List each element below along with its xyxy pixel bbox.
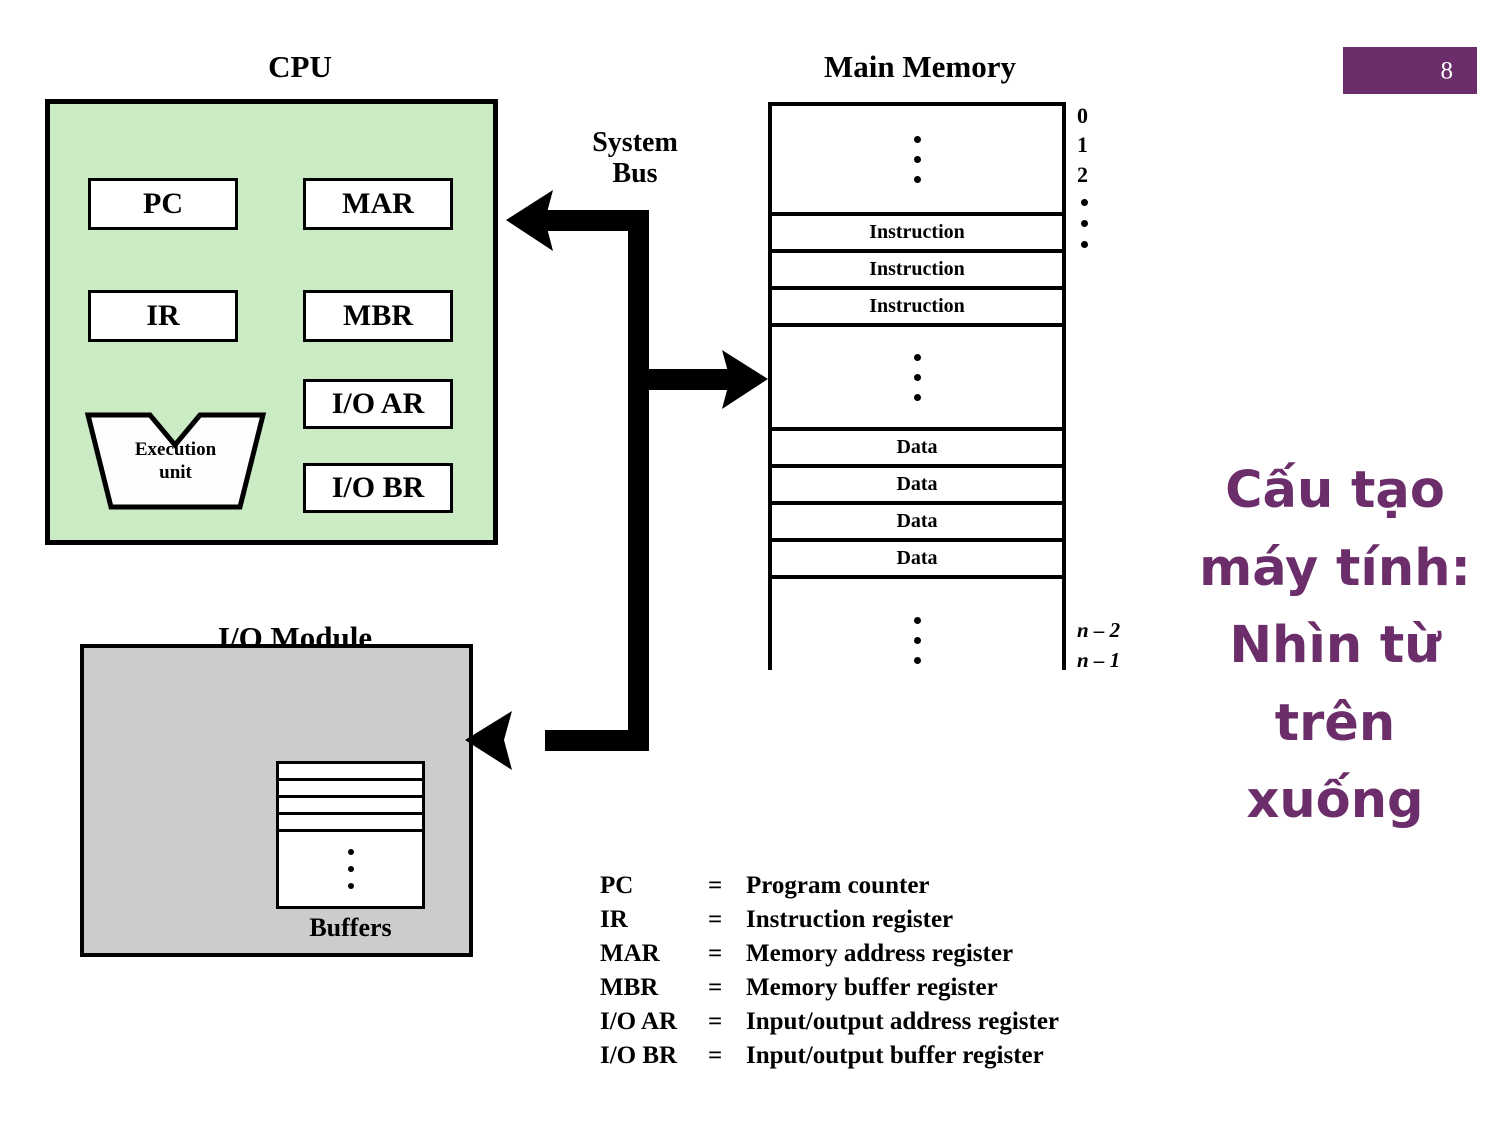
vietnamese-title-line4: trên bbox=[1274, 693, 1396, 753]
legend-equals: = bbox=[708, 906, 723, 933]
memory-address-1: 1 bbox=[1077, 132, 1088, 158]
buffer-slot bbox=[279, 781, 422, 798]
legend: PC = Program counter IR = Instruction re… bbox=[600, 872, 1059, 1076]
legend-description: Program counter bbox=[746, 872, 930, 899]
memory-cell-gap-top bbox=[772, 106, 1062, 216]
legend-row: IR = Instruction register bbox=[600, 906, 1059, 940]
buffer-slot bbox=[279, 815, 422, 832]
vietnamese-title-line3: Nhìn từ bbox=[1229, 616, 1441, 676]
buffer-slot-overflow bbox=[279, 832, 422, 906]
legend-table: PC = Program counter IR = Instruction re… bbox=[600, 872, 1059, 1076]
legend-abbr: I/O BR bbox=[600, 1042, 678, 1069]
register-io-ar: I/O AR bbox=[303, 379, 453, 429]
register-ir: IR bbox=[88, 290, 238, 342]
register-pc: PC bbox=[88, 178, 238, 230]
legend-row: MBR = Memory buffer register bbox=[600, 974, 1059, 1008]
slide-number-text: 8 bbox=[1440, 57, 1454, 84]
memory-cell-instruction: Instruction bbox=[772, 216, 1062, 253]
legend-description: Instruction register bbox=[746, 906, 954, 933]
register-mar: MAR bbox=[303, 178, 453, 230]
system-bus-caption: System Bus bbox=[530, 127, 740, 190]
buffer-slot bbox=[279, 764, 422, 781]
vertical-dots-icon bbox=[1081, 198, 1088, 248]
memory-cell-instruction: Instruction bbox=[772, 290, 1062, 327]
legend-equals: = bbox=[708, 872, 723, 899]
system-bus-caption-line1: System bbox=[592, 127, 678, 158]
legend-abbr: I/O AR bbox=[600, 1008, 678, 1035]
system-bus-caption-line2: Bus bbox=[612, 158, 658, 190]
memory-address-2: 2 bbox=[1077, 161, 1088, 187]
vertical-dots-icon bbox=[913, 353, 921, 401]
legend-abbr: IR bbox=[600, 906, 628, 933]
legend-equals: = bbox=[708, 974, 723, 1001]
legend-abbr: PC bbox=[600, 872, 634, 899]
legend-description: Memory buffer register bbox=[746, 974, 998, 1001]
memory-cell-instruction: Instruction bbox=[772, 253, 1062, 290]
io-buffers-label: Buffers bbox=[309, 913, 392, 942]
slide-canvas: 8 CPU Main Memory I/O Module System Bus … bbox=[0, 0, 1499, 1124]
legend-abbr: MBR bbox=[600, 974, 659, 1001]
legend-abbr: MAR bbox=[600, 940, 660, 967]
legend-row: PC = Program counter bbox=[600, 872, 1059, 906]
memory-cell-data: Data bbox=[772, 468, 1062, 505]
memory-cell-data: Data bbox=[772, 542, 1062, 579]
memory-address-labels-top: 0 1 2 bbox=[1077, 101, 1088, 248]
slide-number-badge: 8 bbox=[1343, 47, 1477, 94]
vertical-dots-icon bbox=[913, 135, 921, 183]
legend-description: Input/output address register bbox=[746, 1008, 1060, 1035]
memory-address-n-minus-1: n – 1 bbox=[1077, 648, 1121, 673]
memory-cell-gap-bottom bbox=[772, 579, 1062, 701]
buffer-slot bbox=[279, 798, 422, 815]
legend-row: I/O AR = Input/output address register bbox=[600, 1008, 1059, 1042]
legend-equals: = bbox=[708, 940, 723, 967]
main-memory-caption: Main Memory bbox=[824, 49, 1016, 84]
memory-cell-data: Data bbox=[772, 431, 1062, 468]
memory-cell-gap-mid bbox=[772, 327, 1062, 431]
memory-cell-data: Data bbox=[772, 505, 1062, 542]
legend-row: I/O BR = Input/output buffer register bbox=[600, 1042, 1059, 1076]
register-mbr: MBR bbox=[303, 290, 453, 342]
vietnamese-title-line5: xuống bbox=[1246, 771, 1424, 831]
vertical-dots-icon bbox=[913, 616, 921, 664]
memory-address-labels-bottom: n – 2 n – 1 bbox=[1077, 615, 1120, 676]
register-io-br: I/O BR bbox=[303, 463, 453, 513]
memory-address-n-minus-2: n – 2 bbox=[1077, 618, 1121, 642]
io-buffers-box bbox=[276, 761, 425, 909]
cpu-caption: CPU bbox=[268, 49, 332, 84]
vertical-dots-icon bbox=[347, 849, 354, 889]
vietnamese-title-line1: Cấu tạo bbox=[1225, 461, 1445, 520]
legend-row: MAR = Memory address register bbox=[600, 940, 1059, 974]
execution-unit-shape: Execution unit bbox=[84, 410, 267, 512]
legend-description: Input/output buffer register bbox=[746, 1042, 1044, 1069]
main-memory-block: Instruction Instruction Instruction Data… bbox=[768, 102, 1066, 701]
legend-equals: = bbox=[708, 1042, 723, 1069]
vietnamese-title-line2: máy tính: bbox=[1199, 538, 1471, 598]
vietnamese-title: Cấu tạo máy tính: Nhìn từ trên xuống bbox=[1175, 452, 1495, 840]
memory-address-0: 0 bbox=[1077, 103, 1088, 128]
legend-description: Memory address register bbox=[746, 940, 1014, 967]
legend-equals: = bbox=[708, 1008, 723, 1035]
